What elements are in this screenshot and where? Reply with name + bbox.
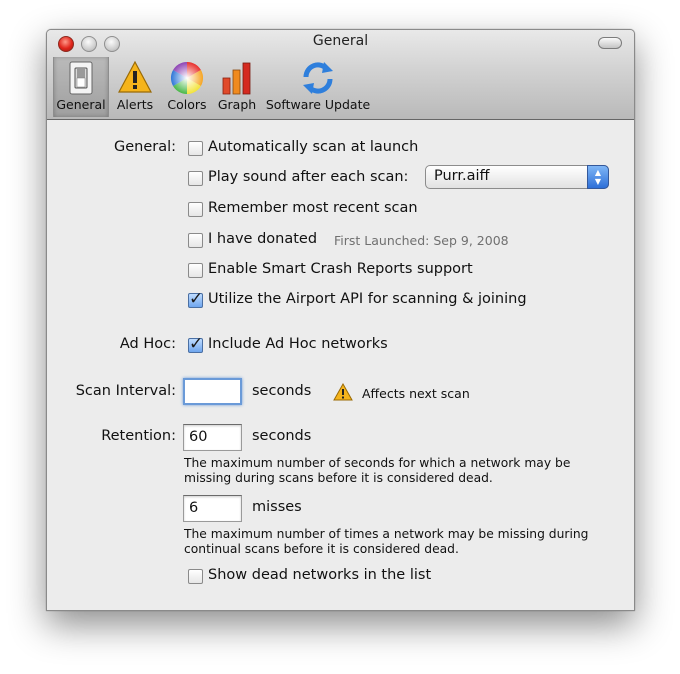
show-dead-label: Show dead networks in the list: [208, 567, 432, 583]
scan-interval-input[interactable]: [183, 378, 242, 405]
window-title: General: [312, 33, 369, 49]
general-section-label: General:: [113, 139, 176, 155]
light-switch-icon: [69, 61, 93, 95]
retention-misses-help-2: continual scans before it is considered …: [184, 542, 459, 556]
retention-seconds-unit: seconds: [252, 428, 312, 444]
airport-api-checkbox[interactable]: ✓: [188, 289, 203, 309]
tab-software-update[interactable]: Software Update: [265, 57, 371, 117]
adhoc-checkbox[interactable]: ✓: [188, 334, 203, 354]
donated-checkbox[interactable]: [188, 233, 203, 248]
tab-alerts-label: Alerts: [116, 97, 154, 112]
crash-reports-label: Enable Smart Crash Reports support: [208, 261, 473, 277]
bar-graph-icon: [222, 62, 251, 95]
play-sound-checkbox[interactable]: [188, 171, 203, 186]
remember-scan-checkbox[interactable]: [188, 202, 203, 217]
scan-interval-label: Scan Interval:: [75, 383, 176, 399]
donated-label: I have donated: [208, 231, 318, 247]
tab-colors-label: Colors: [167, 97, 207, 112]
scan-interval-unit: seconds: [252, 383, 312, 399]
sound-popup-value: Purr.aiff: [434, 168, 490, 184]
auto-scan-checkbox[interactable]: [188, 141, 203, 156]
auto-scan-label: Automatically scan at launch: [208, 139, 419, 155]
play-sound-label: Play sound after each scan:: [208, 169, 409, 185]
retention-misses-unit: misses: [252, 499, 302, 515]
color-wheel-icon: [170, 61, 204, 95]
checkmark-icon: ✓: [189, 289, 204, 309]
toolbar: General General Alerts Colors Graph Soft…: [47, 30, 634, 120]
retention-misses-input[interactable]: 6: [183, 495, 242, 522]
tab-colors[interactable]: Colors: [163, 57, 211, 117]
tab-software-update-label: Software Update: [265, 97, 371, 112]
retention-seconds-help-2: missing during scans before it is consid…: [184, 471, 493, 485]
adhoc-section-label: Ad Hoc:: [119, 336, 176, 352]
retention-seconds-input[interactable]: 60: [183, 424, 242, 451]
refresh-arrows-icon: [303, 62, 333, 94]
tab-general-label: General: [56, 97, 106, 112]
retention-seconds-help-1: The maximum number of seconds for which …: [184, 456, 571, 470]
toolbar-toggle-button[interactable]: [598, 37, 622, 49]
tab-graph-label: Graph: [217, 97, 257, 112]
retention-misses-help-1: The maximum number of times a network ma…: [184, 527, 589, 541]
checkmark-icon: ✓: [189, 334, 204, 354]
warning-icon: [333, 383, 353, 401]
remember-scan-label: Remember most recent scan: [208, 200, 418, 216]
popup-arrows-icon: ▲ ▼: [587, 165, 609, 189]
adhoc-label: Include Ad Hoc networks: [208, 336, 388, 352]
preferences-window: General General Alerts Colors Graph Soft…: [46, 29, 635, 611]
warning-icon: [118, 60, 152, 93]
tab-general[interactable]: General: [53, 57, 109, 117]
retention-label: Retention:: [101, 428, 176, 444]
sound-popup[interactable]: Purr.aiff ▲ ▼: [425, 165, 609, 189]
crash-reports-checkbox[interactable]: [188, 263, 203, 278]
airport-api-label: Utilize the Airport API for scanning & j…: [208, 291, 527, 307]
show-dead-checkbox[interactable]: [188, 569, 203, 584]
tab-graph[interactable]: Graph: [215, 57, 259, 117]
scan-interval-warning: Affects next scan: [362, 386, 470, 401]
tab-alerts[interactable]: Alerts: [113, 57, 157, 117]
first-launched-text: First Launched: Sep 9, 2008: [334, 233, 509, 248]
